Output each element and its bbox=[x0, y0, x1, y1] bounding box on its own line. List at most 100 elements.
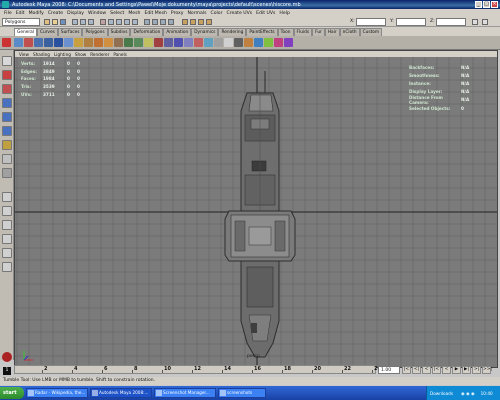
shelf-tab-surfaces[interactable]: Surfaces bbox=[57, 28, 83, 36]
shelf-item-icon[interactable] bbox=[24, 38, 33, 47]
shelf-tab-polygons[interactable]: Polygons bbox=[82, 28, 108, 36]
shelf-item-icon[interactable] bbox=[144, 38, 153, 47]
menu-display[interactable]: Display bbox=[65, 11, 86, 16]
perspective-viewport[interactable]: View Shading Lighting Show Renderer Pane… bbox=[14, 50, 498, 368]
open-scene-icon[interactable] bbox=[52, 19, 58, 25]
shelf-tab-fluids[interactable]: Fluids bbox=[293, 28, 313, 36]
shelf-tab-deformation[interactable]: Deformation bbox=[130, 28, 164, 36]
x-field[interactable] bbox=[356, 18, 386, 26]
shelf-item-icon[interactable] bbox=[14, 38, 23, 47]
shelf-tab-hair[interactable]: Hair bbox=[324, 28, 340, 36]
menu-help[interactable]: Help bbox=[277, 11, 291, 16]
menu-edit-mesh[interactable]: Edit Mesh bbox=[142, 11, 168, 16]
menu-edit[interactable]: Edit bbox=[14, 11, 27, 16]
menu-color[interactable]: Color bbox=[209, 11, 225, 16]
shelf-item-icon[interactable] bbox=[94, 38, 103, 47]
y-field[interactable] bbox=[396, 18, 426, 26]
panel-menu-panels[interactable]: Panels bbox=[111, 52, 128, 57]
snap-grid-icon[interactable] bbox=[144, 19, 150, 25]
move-tool-icon[interactable] bbox=[2, 98, 12, 108]
current-frame-field[interactable]: 1.00 bbox=[378, 366, 400, 374]
shelf-item-icon[interactable] bbox=[104, 38, 113, 47]
downloads-label[interactable]: Downloads bbox=[430, 391, 453, 396]
mask-vertex-icon[interactable] bbox=[108, 19, 114, 25]
shelf-tab-dynamics[interactable]: Dynamics bbox=[191, 28, 219, 36]
save-scene-icon[interactable] bbox=[60, 19, 66, 25]
taskbar-item[interactable]: Screenshot Manager... bbox=[154, 388, 216, 398]
shelf-item-icon[interactable] bbox=[74, 38, 83, 47]
attribute-editor-toggle-icon[interactable] bbox=[482, 19, 488, 25]
shelf-tab-painteffects[interactable]: PaintEffects bbox=[246, 28, 278, 36]
panel-menu-show[interactable]: Show bbox=[73, 52, 88, 57]
step-back-key-icon[interactable]: <| bbox=[412, 366, 421, 374]
menu-mesh[interactable]: Mesh bbox=[126, 11, 142, 16]
snap-curve-icon[interactable] bbox=[152, 19, 158, 25]
select-component-icon[interactable] bbox=[88, 19, 94, 25]
shelf-item-icon[interactable] bbox=[154, 38, 163, 47]
shelf-item-icon[interactable] bbox=[44, 38, 53, 47]
close-icon[interactable]: × bbox=[491, 1, 498, 8]
shelf-item-icon[interactable] bbox=[214, 38, 223, 47]
shelf-item-icon[interactable] bbox=[274, 38, 283, 47]
step-forward-key-icon[interactable]: >| bbox=[472, 366, 481, 374]
scale-tool-icon[interactable] bbox=[2, 126, 12, 136]
panel-menu-lighting[interactable]: Lighting bbox=[52, 52, 73, 57]
layout-single-icon[interactable] bbox=[2, 192, 12, 202]
lock-icon[interactable] bbox=[2, 352, 12, 362]
layout-side-icon[interactable] bbox=[2, 220, 12, 230]
time-slider[interactable]: 24681012141618202224 bbox=[14, 365, 381, 374]
menu-set-dropdown[interactable]: Polygons bbox=[2, 18, 40, 26]
shelf-tab-curves[interactable]: Curves bbox=[36, 28, 58, 36]
mask-icon[interactable] bbox=[100, 19, 106, 25]
menu-modify[interactable]: Modify bbox=[27, 11, 46, 16]
snap-surface-icon[interactable] bbox=[168, 19, 174, 25]
layout-outliner-icon[interactable] bbox=[2, 234, 12, 244]
layout-graph-icon[interactable] bbox=[2, 248, 12, 258]
rotate-tool-icon[interactable] bbox=[2, 112, 12, 122]
shelf-item-icon[interactable] bbox=[34, 38, 43, 47]
channel-box-toggle-icon[interactable] bbox=[472, 19, 478, 25]
shelf-item-icon[interactable] bbox=[124, 38, 133, 47]
shelf-item-icon[interactable] bbox=[204, 38, 213, 47]
menu-normals[interactable]: Normals bbox=[185, 11, 208, 16]
maximize-icon[interactable]: □ bbox=[483, 1, 490, 8]
shelf-item-icon[interactable] bbox=[234, 38, 243, 47]
shelf-tab-fur[interactable]: Fur bbox=[312, 28, 325, 36]
menu-proxy[interactable]: Proxy bbox=[169, 11, 186, 16]
step-back-frame-icon[interactable]: < bbox=[422, 366, 431, 374]
menu-create[interactable]: Create bbox=[46, 11, 65, 16]
start-button[interactable]: start bbox=[0, 387, 24, 399]
shelf-item-icon[interactable] bbox=[194, 38, 203, 47]
shelf-tab-animation[interactable]: Animation bbox=[163, 28, 192, 36]
shelf-item-icon[interactable] bbox=[284, 38, 293, 47]
taskbar-item[interactable]: screenshots bbox=[218, 388, 266, 398]
shelf-item-icon[interactable] bbox=[224, 38, 233, 47]
mask-edge-icon[interactable] bbox=[116, 19, 122, 25]
taskbar-item[interactable]: Autodesk Maya 2008:... bbox=[90, 388, 152, 398]
history-icon[interactable] bbox=[182, 19, 188, 25]
taskbar-item[interactable]: Radar - Wikipedia, the... bbox=[26, 388, 88, 398]
snap-point-icon[interactable] bbox=[160, 19, 166, 25]
mask-uv-icon[interactable] bbox=[132, 19, 138, 25]
shelf-item-icon[interactable] bbox=[184, 38, 193, 47]
shelf-tab-toon[interactable]: Toon bbox=[277, 28, 294, 36]
ipr-render-icon[interactable] bbox=[198, 19, 204, 25]
soft-mod-icon[interactable] bbox=[2, 154, 12, 164]
render-icon[interactable] bbox=[190, 19, 196, 25]
shelf-item-icon[interactable] bbox=[244, 38, 253, 47]
step-forward-frame-icon[interactable]: ▶| bbox=[462, 366, 471, 374]
select-hierarchy-icon[interactable] bbox=[72, 19, 78, 25]
mask-face-icon[interactable] bbox=[124, 19, 130, 25]
tray-icons[interactable]: ◉ ◉ ◉ bbox=[461, 391, 475, 396]
shelf-tab-ncloth[interactable]: nCloth bbox=[339, 28, 360, 36]
z-field[interactable] bbox=[436, 18, 466, 26]
shelf-item-icon[interactable] bbox=[64, 38, 73, 47]
shelf-tab-custom[interactable]: Custom bbox=[359, 28, 383, 36]
play-forwards-icon[interactable]: ▶ bbox=[452, 366, 461, 374]
menu-file[interactable]: File bbox=[2, 11, 14, 16]
play-backwards-icon[interactable]: < bbox=[442, 366, 451, 374]
menu-window[interactable]: Window bbox=[86, 11, 108, 16]
manipulator-tool-icon[interactable] bbox=[2, 140, 12, 150]
play-backwards-icon[interactable]: |< bbox=[432, 366, 441, 374]
shelf-item-icon[interactable] bbox=[134, 38, 143, 47]
